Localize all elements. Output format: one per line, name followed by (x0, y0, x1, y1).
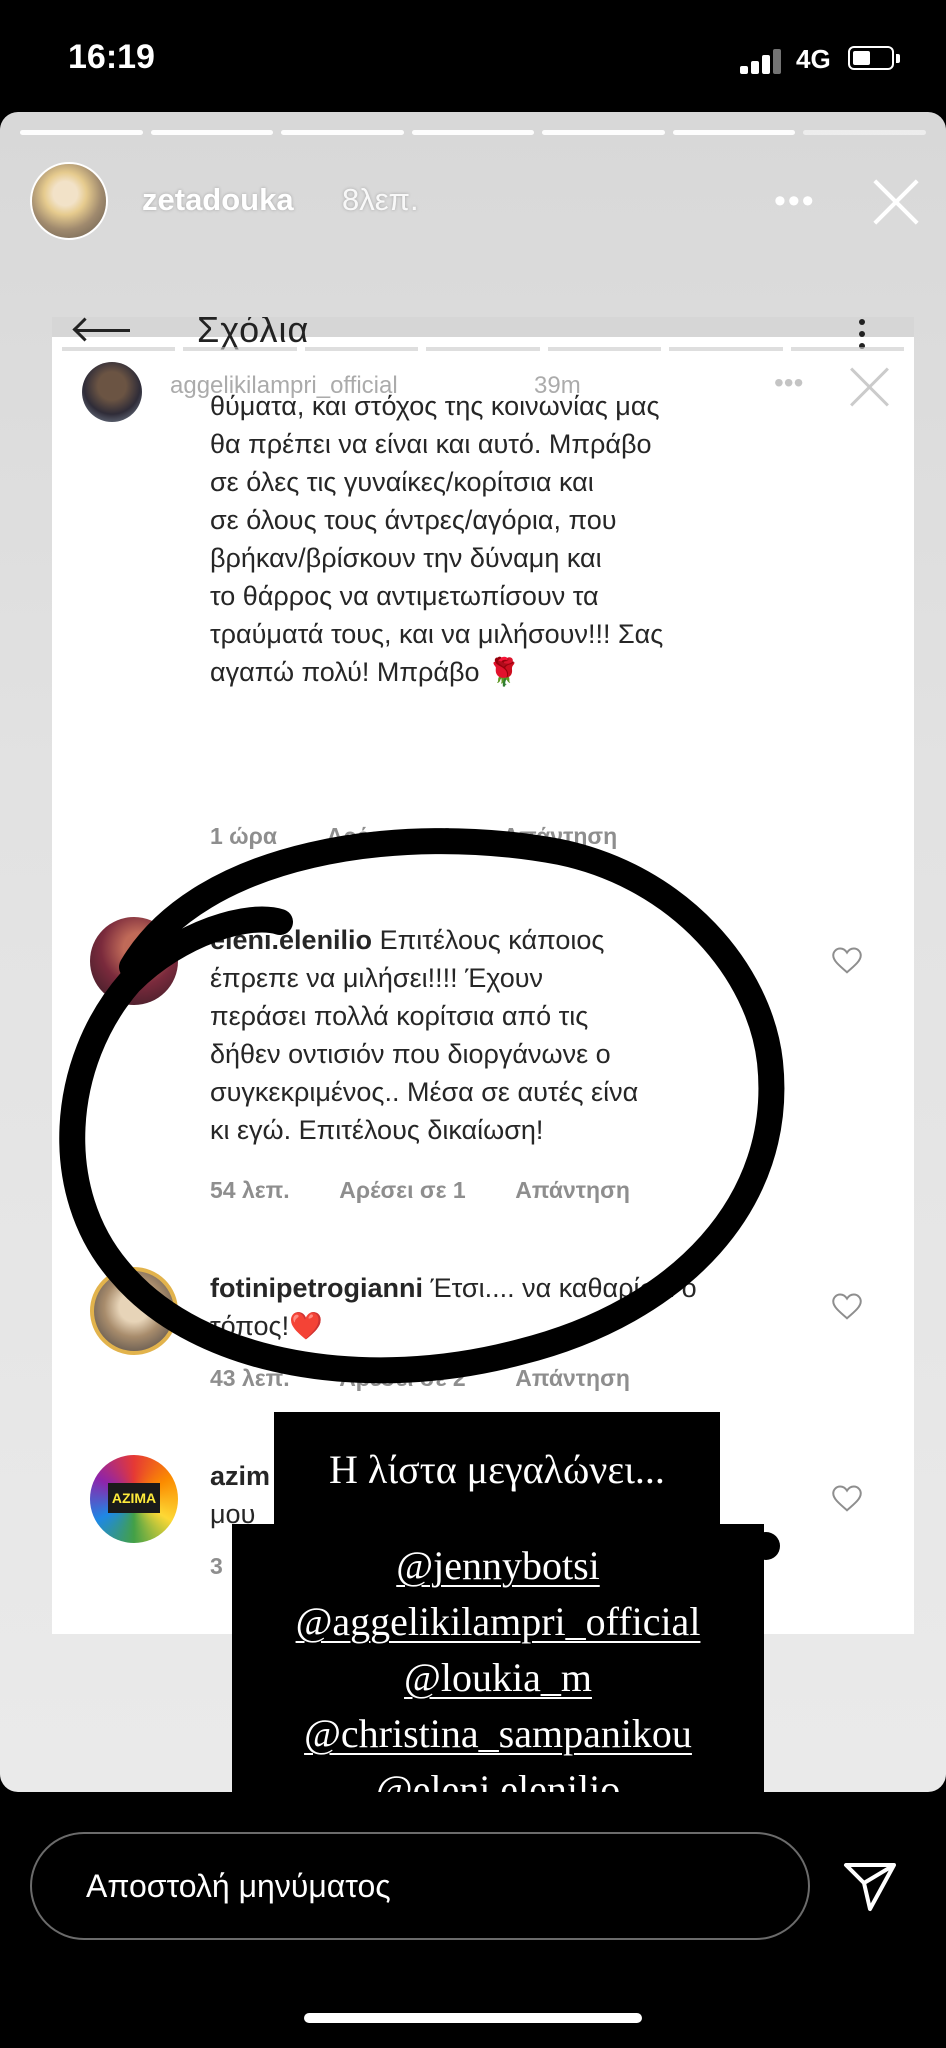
network-type: 4G (796, 44, 831, 74)
story-time: 8λεπ. (342, 182, 419, 217)
story-username[interactable]: zetadouka (142, 182, 294, 218)
mention-tag[interactable]: @loukia_m (232, 1650, 764, 1706)
heart-icon (832, 1293, 862, 1320)
sticker-mentions[interactable]: @jennybotsi @aggelikilampri_official @lo… (232, 1524, 764, 1792)
comment-likes[interactable]: Αρέσει σε 1 (327, 823, 453, 849)
comment-reply[interactable]: Απάντηση (515, 1365, 630, 1391)
screenshot-topbar (52, 317, 914, 337)
comment-body: fotinipetrogianni Έτσι.... να καθαρίσει … (210, 1269, 870, 1345)
mention-tag[interactable]: @christina_sampanikou (232, 1706, 764, 1762)
avatar (90, 1267, 178, 1355)
battery-tip (896, 54, 900, 63)
story-card[interactable]: zetadouka 8λεπ. ••• Σχόλια aggelikilampr… (0, 112, 946, 1792)
avatar (90, 917, 178, 1005)
signal-icon (740, 48, 784, 74)
progress-segment (542, 130, 665, 135)
comment-body: eleni.elenilio Επιτέλους κάποιος έπρεπε … (210, 921, 820, 1149)
more-options-icon[interactable]: ••• (774, 182, 816, 221)
progress-segment (281, 130, 404, 135)
comment-time: 43 λεπ. (210, 1365, 290, 1391)
progress-segment (411, 130, 535, 135)
progress-segment (803, 130, 927, 135)
sticker-title[interactable]: Η λίστα μεγαλώνει... (274, 1412, 720, 1530)
comment-meta: 54 λεπ. Αρέσει σε 1 Απάντηση (210, 1177, 674, 1204)
status-bar: 16:19 4G (0, 0, 946, 115)
status-time: 16:19 (68, 38, 155, 76)
sticker-dot (752, 1532, 780, 1560)
mention-tag[interactable]: @eleni.elenilio (232, 1762, 764, 1792)
message-placeholder: Αποστολή μηνύματος (86, 1868, 391, 1904)
comment-meta: 1 ώρα Αρέσει σε 1 Απάντηση (210, 823, 661, 850)
message-input[interactable]: Αποστολή μηνύματος (30, 1832, 810, 1940)
comment-likes[interactable]: Αρέσει σε 1 (339, 1177, 465, 1203)
screenshot-title: Σχόλια (197, 317, 310, 350)
ghost-progress-bar (62, 347, 904, 351)
comment-reply[interactable]: Απάντηση (515, 1177, 630, 1203)
comment-username: fotinipetrogianni (210, 1273, 423, 1303)
kebab-menu-icon (852, 317, 872, 357)
comment-username: eleni.elenilio (210, 925, 373, 955)
comment-text: Επιτέλους κάποιος έπρεπε να μιλήσει!!!! … (210, 925, 639, 1145)
heart-icon (832, 1485, 862, 1512)
send-icon[interactable] (840, 1855, 900, 1915)
mention-tag[interactable]: @aggelikilampri_official (232, 1594, 764, 1650)
back-arrow-icon (74, 319, 134, 341)
mention-tag[interactable]: @jennybotsi (232, 1538, 764, 1594)
comment-likes[interactable]: Αρέσει σε 2 (339, 1365, 465, 1391)
close-icon[interactable] (868, 174, 922, 228)
comment-text: θύματα, και στόχος της κοινωνίας μας θα … (210, 391, 664, 687)
comment-time: 54 λεπ. (210, 1177, 290, 1203)
avatar: AZIMA (90, 1455, 178, 1543)
comment-meta: 43 λεπ. Αρέσει σε 2 Απάντηση (210, 1365, 674, 1392)
progress-segment (20, 130, 143, 135)
heart-icon (832, 947, 862, 974)
comment-reply[interactable]: Απάντηση (503, 823, 618, 849)
progress-segment (672, 130, 796, 135)
comment-time: 1 ώρα (210, 823, 277, 849)
battery-icon (848, 46, 894, 70)
comment-username: azim (210, 1461, 271, 1491)
story-avatar[interactable] (30, 162, 108, 240)
story-header: zetadouka 8λεπ. ••• (30, 162, 916, 242)
progress-segment (150, 130, 274, 135)
story-progress-bar (20, 130, 927, 135)
ghost-avatar (82, 362, 142, 422)
comment-time: 3 (210, 1553, 223, 1579)
avatar-logo-text: AZIMA (108, 1483, 160, 1513)
home-indicator[interactable] (304, 2013, 642, 2023)
